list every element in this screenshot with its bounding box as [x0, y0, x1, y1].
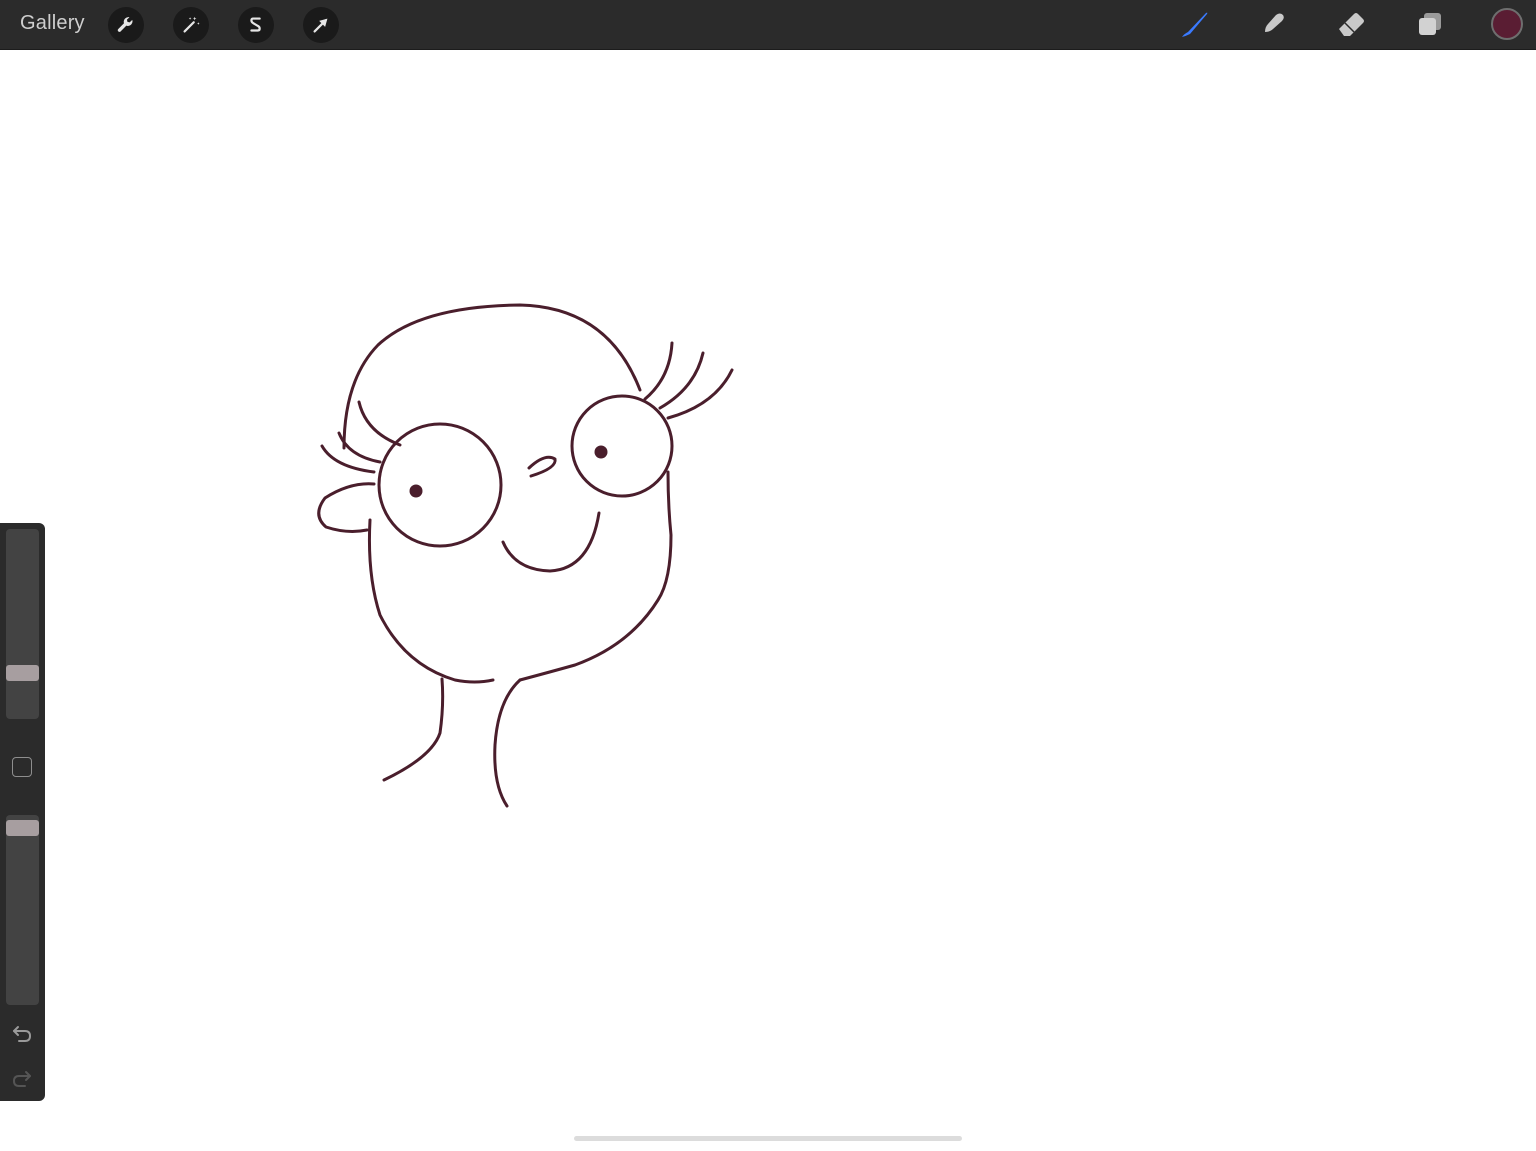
eraser-icon: [1339, 13, 1364, 36]
layers-icon: [1419, 13, 1441, 35]
top-toolbar: Gallery: [0, 0, 1536, 50]
brush-size-slider-thumb[interactable]: [6, 664, 39, 681]
right-pupil: [594, 445, 608, 459]
right-lash-1: [643, 341, 674, 401]
redo-icon[interactable]: [10, 1066, 34, 1090]
layers-button[interactable]: [1412, 6, 1448, 42]
right-eye: [570, 394, 674, 498]
opacity-slider[interactable]: [6, 815, 39, 1005]
home-indicator[interactable]: [574, 1136, 962, 1141]
sidebar: [0, 523, 45, 1101]
wrench-icon: [117, 17, 133, 32]
smudge-tool-button[interactable]: [1254, 6, 1290, 42]
gallery-button[interactable]: Gallery: [20, 12, 85, 35]
selection-icon: [250, 17, 261, 32]
brush-icon: [1182, 12, 1208, 37]
modify-button[interactable]: [12, 757, 32, 777]
neck-left: [382, 677, 445, 782]
right-lash-2: [658, 351, 705, 410]
eraser-tool-button[interactable]: [1333, 6, 1369, 42]
undo-icon[interactable]: [10, 1021, 34, 1045]
nose: [527, 455, 557, 478]
hair-curl: [357, 400, 402, 447]
head-outline: [342, 303, 642, 450]
brush-size-slider[interactable]: [6, 529, 39, 719]
smudge-icon: [1261, 13, 1284, 36]
selection-button[interactable]: [238, 7, 274, 43]
left-pupil: [409, 484, 423, 498]
canvas-drawing[interactable]: [0, 50, 1536, 1130]
ear: [317, 482, 376, 533]
transform-arrow-icon: [313, 18, 328, 33]
adjustments-button[interactable]: [173, 7, 209, 43]
actions-button[interactable]: [108, 7, 144, 43]
opacity-slider-thumb[interactable]: [6, 820, 39, 837]
transform-button[interactable]: [303, 7, 339, 43]
magic-wand-icon: [183, 16, 200, 33]
color-button[interactable]: [1491, 8, 1523, 40]
neck-right: [493, 678, 522, 808]
cheek-outline: [518, 470, 673, 682]
brush-tool-button[interactable]: [1176, 6, 1212, 42]
smile: [501, 511, 601, 573]
